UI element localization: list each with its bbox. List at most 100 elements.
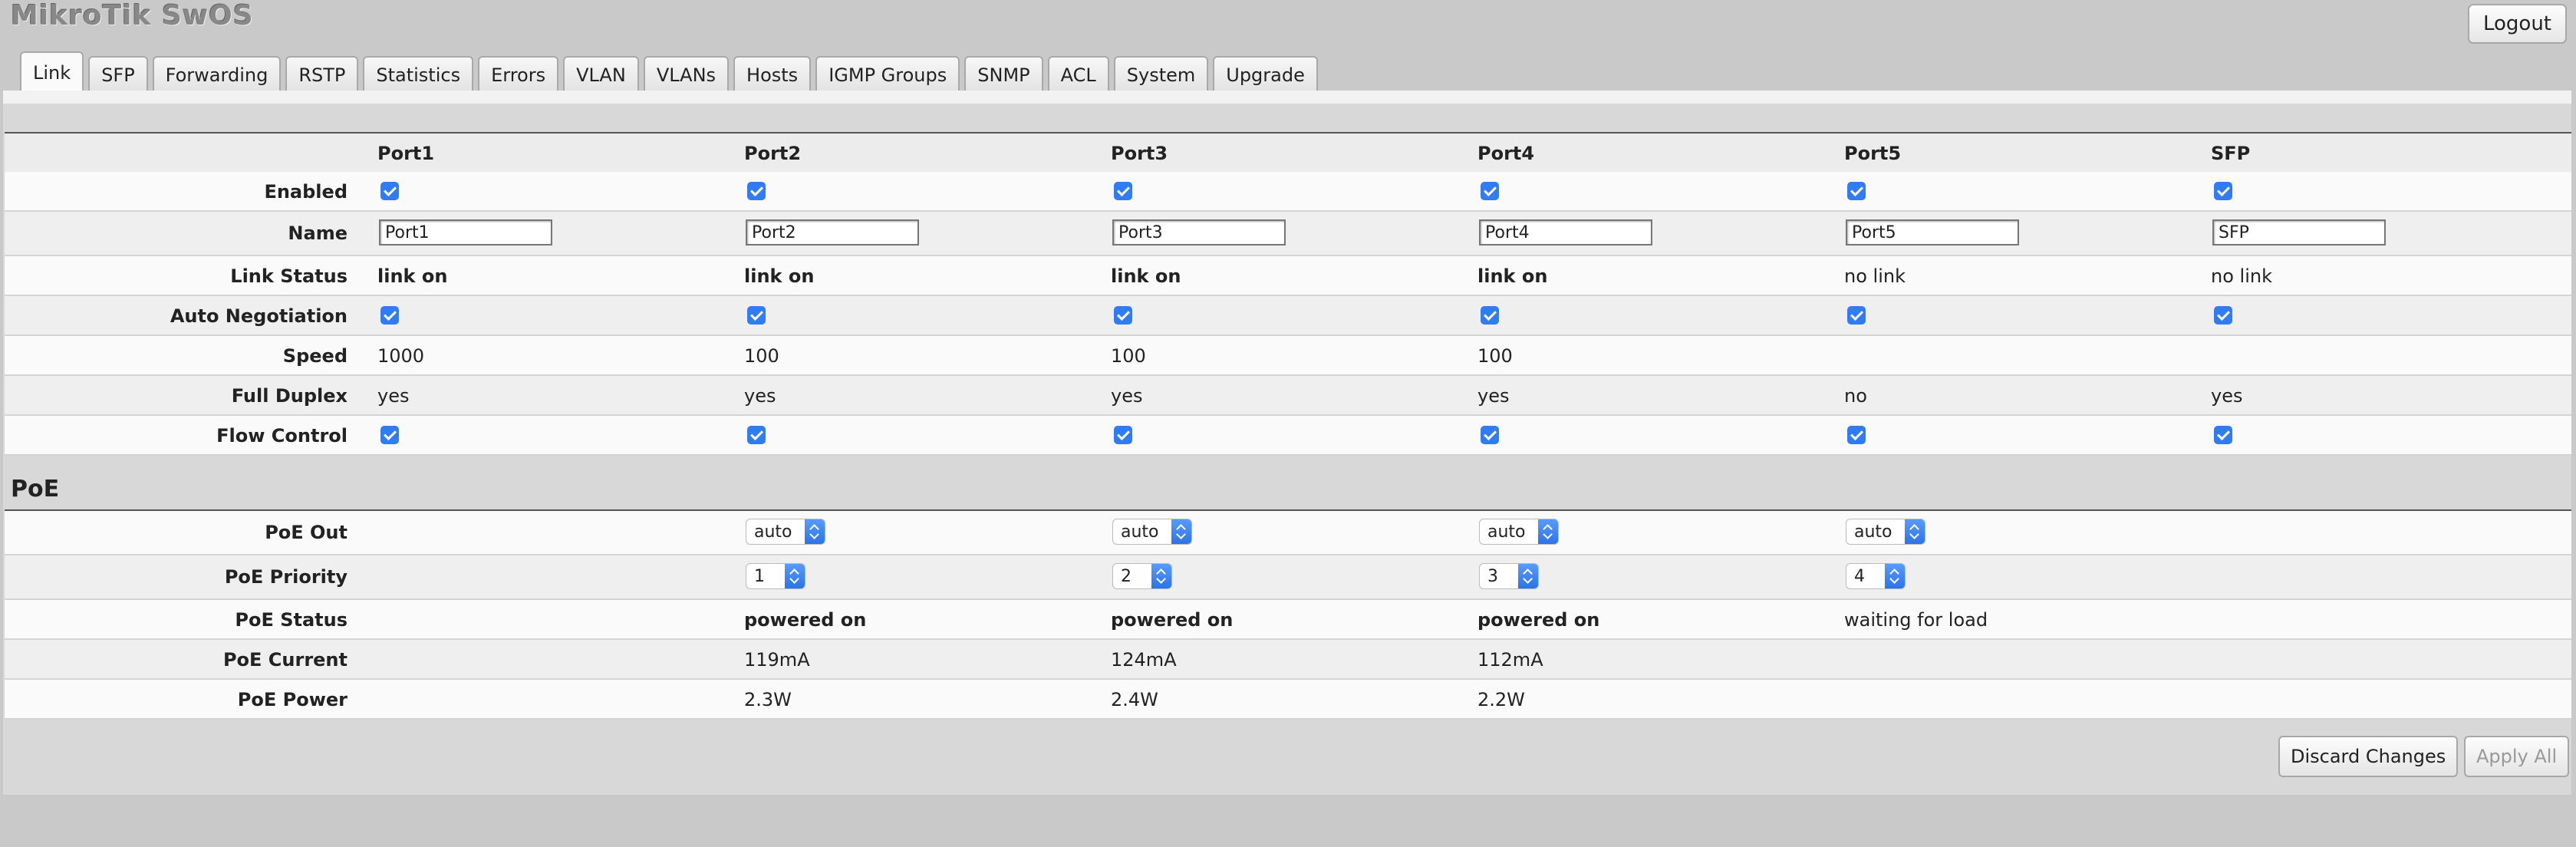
select-arrows-icon	[805, 519, 825, 544]
full-duplex-value: yes	[2211, 385, 2243, 407]
flow-control-checkbox[interactable]	[1847, 426, 1866, 444]
speed-row: Speed 1000 100 100 100	[5, 336, 2571, 376]
flow-control-checkbox[interactable]	[380, 426, 399, 444]
tab-snmp[interactable]: SNMP	[964, 56, 1043, 93]
port-header: Port3	[1111, 143, 1168, 164]
enabled-checkbox[interactable]	[747, 182, 766, 200]
enabled-checkbox[interactable]	[1481, 182, 1499, 200]
select-arrows-icon	[1905, 519, 1925, 544]
tab-igmp-groups[interactable]: IGMP Groups	[815, 56, 960, 93]
auto-negotiation-checkbox[interactable]	[380, 306, 399, 325]
poe-power-value: 2.3W	[744, 689, 792, 710]
auto-negotiation-checkbox[interactable]	[1847, 306, 1866, 325]
link-status-value: link on	[377, 265, 448, 287]
poe-status-row: PoE Status powered on powered on powered…	[5, 600, 2571, 640]
enabled-checkbox[interactable]	[1114, 182, 1132, 200]
select-arrows-icon	[1171, 519, 1191, 544]
poe-power-value: 2.4W	[1111, 689, 1158, 710]
port-name-input[interactable]: Port4	[1479, 219, 1652, 246]
tab-system[interactable]: System	[1113, 56, 1209, 93]
auto-negotiation-checkbox[interactable]	[1114, 306, 1132, 325]
tab-acl[interactable]: ACL	[1047, 56, 1109, 93]
name-label: Name	[288, 222, 348, 244]
poe-status-value: powered on	[744, 609, 867, 631]
flow-control-checkbox[interactable]	[1114, 426, 1132, 444]
speed-label: Speed	[282, 345, 348, 367]
apply-all-button[interactable]: Apply All	[2464, 736, 2570, 777]
tab-rstp[interactable]: RSTP	[285, 56, 359, 93]
flow-control-checkbox[interactable]	[747, 426, 766, 444]
select-arrows-icon	[785, 564, 805, 588]
poe-out-row: PoE Out auto auto auto auto	[5, 511, 2571, 555]
speed-value: 100	[744, 345, 779, 367]
enabled-row: Enabled	[5, 172, 2571, 212]
poe-out-select[interactable]: auto	[1112, 519, 1192, 545]
link-status-value: no link	[1844, 265, 1906, 287]
tab-hosts[interactable]: Hosts	[733, 56, 812, 93]
link-panel: Port1 Port2 Port3 Port4 Port5 SFP Enable…	[3, 91, 2571, 795]
tab-bar: Link SFP Forwarding RSTP Statistics Erro…	[20, 51, 1323, 93]
tab-link[interactable]: Link	[20, 51, 84, 93]
tab-statistics[interactable]: Statistics	[363, 56, 474, 93]
link-status-value: link on	[744, 265, 815, 287]
poe-status-value: powered on	[1477, 609, 1600, 631]
tab-vlan[interactable]: VLAN	[563, 56, 639, 93]
auto-negotiation-checkbox[interactable]	[2214, 306, 2232, 325]
poe-priority-select[interactable]: 4	[1846, 563, 1906, 589]
poe-priority-select[interactable]: 2	[1112, 563, 1172, 589]
poe-current-value: 119mA	[744, 649, 810, 671]
tab-errors[interactable]: Errors	[478, 56, 559, 93]
poe-priority-select[interactable]: 3	[1479, 563, 1539, 589]
poe-out-select[interactable]: auto	[1479, 519, 1559, 545]
flow-control-checkbox[interactable]	[2214, 426, 2232, 444]
discard-changes-button[interactable]: Discard Changes	[2278, 736, 2459, 777]
tab-forwarding[interactable]: Forwarding	[152, 56, 282, 93]
full-duplex-label: Full Duplex	[231, 385, 348, 407]
tab-vlans[interactable]: VLANs	[643, 56, 730, 93]
app-title: MikroTik SwOS	[11, 0, 254, 31]
poe-status-value: waiting for load	[1844, 609, 1988, 631]
flow-control-row: Flow Control	[5, 416, 2571, 456]
port-header: Port4	[1477, 143, 1535, 164]
poe-current-value: 124mA	[1111, 649, 1177, 671]
port-name-input[interactable]: Port3	[1112, 219, 1286, 246]
speed-value: 100	[1477, 345, 1513, 367]
poe-status-value: powered on	[1111, 609, 1234, 631]
enabled-checkbox[interactable]	[1847, 182, 1866, 200]
port-name-input[interactable]: SFP	[2212, 219, 2386, 246]
enabled-checkbox[interactable]	[2214, 182, 2232, 200]
enabled-label: Enabled	[264, 181, 348, 203]
port-name-input[interactable]: Port5	[1846, 219, 2019, 246]
link-status-label: Link Status	[230, 265, 348, 287]
auto-negotiation-checkbox[interactable]	[1481, 306, 1499, 325]
tab-sfp[interactable]: SFP	[88, 56, 148, 93]
port-header: Port5	[1844, 143, 1902, 164]
select-arrows-icon	[1151, 564, 1171, 588]
poe-section-title: PoE	[11, 476, 60, 503]
logout-button[interactable]: Logout	[2467, 4, 2567, 44]
name-row: Name Port1 Port2 Port3 Port4 Port5 SFP	[5, 212, 2571, 256]
link-status-value: no link	[2211, 265, 2272, 287]
flow-control-checkbox[interactable]	[1481, 426, 1499, 444]
port-header: Port1	[377, 143, 435, 164]
auto-negotiation-checkbox[interactable]	[747, 306, 766, 325]
link-status-row: Link Status link on link on link on link…	[5, 256, 2571, 296]
poe-priority-select[interactable]: 1	[746, 563, 805, 589]
full-duplex-value: yes	[744, 385, 776, 407]
poe-out-select[interactable]: auto	[746, 519, 825, 545]
port-name-input[interactable]: Port1	[379, 219, 552, 246]
poe-power-label: PoE Power	[237, 689, 348, 710]
port-header-row: Port1 Port2 Port3 Port4 Port5 SFP	[5, 132, 2571, 173]
tab-upgrade[interactable]: Upgrade	[1213, 56, 1318, 93]
poe-priority-label: PoE Priority	[224, 566, 348, 588]
enabled-checkbox[interactable]	[380, 182, 399, 200]
poe-current-label: PoE Current	[222, 649, 348, 671]
poe-out-label: PoE Out	[265, 522, 348, 543]
poe-out-select[interactable]: auto	[1846, 519, 1925, 545]
full-duplex-value: no	[1844, 385, 1867, 407]
port-name-input[interactable]: Port2	[746, 219, 919, 246]
poe-current-value: 112mA	[1477, 649, 1543, 671]
speed-value: 100	[1111, 345, 1146, 367]
poe-current-row: PoE Current 119mA 124mA 112mA	[5, 640, 2571, 680]
auto-negotiation-label: Auto Negotiation	[170, 305, 348, 327]
